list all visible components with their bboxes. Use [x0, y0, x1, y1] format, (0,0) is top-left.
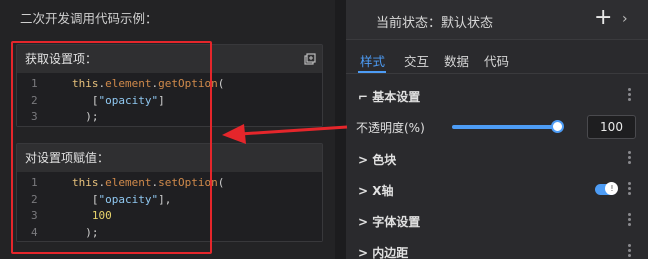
collapse-icon: ⌐	[358, 90, 369, 104]
set-option-heading: 对设置项赋值：	[17, 144, 322, 172]
chevron-right-icon[interactable]: ›	[622, 11, 628, 27]
code-line: 2 ["opacity"]	[17, 93, 322, 110]
tab-bar: 样式 交互 数据 代码	[346, 40, 648, 74]
section-padding[interactable]: > 内边距	[346, 236, 648, 259]
section-base-settings[interactable]: ⌐ 基本设置	[346, 80, 648, 110]
state-label: 当前状态：默认状态	[376, 16, 494, 31]
code-text: );	[72, 110, 99, 123]
code-line: 4 );	[17, 225, 322, 242]
code-text: ["opacity"],	[72, 192, 172, 206]
code-example-panel: 二次开发调用代码示例： 获取设置项： 1 this.element.getOpti…	[0, 0, 335, 259]
more-icon[interactable]	[628, 151, 632, 165]
section-color-block[interactable]: > 色块	[346, 143, 648, 173]
more-icon[interactable]	[628, 244, 632, 258]
expand-icon: >	[358, 246, 369, 259]
code-text: ["opacity"]	[72, 93, 165, 107]
opacity-slider-track[interactable]	[452, 125, 558, 129]
panel-title: 二次开发调用代码示例：	[20, 11, 158, 26]
line-number: 4	[31, 225, 38, 239]
copy-icon[interactable]	[304, 53, 316, 65]
expand-icon: >	[358, 184, 369, 198]
add-state-icon[interactable]: +	[594, 6, 612, 30]
set-option-code: 1 this.element.setOption(2 ["opacity"], 3 …	[17, 172, 322, 241]
code-line: 3 100	[17, 208, 322, 225]
code-line: 2 ["opacity"],	[17, 192, 322, 209]
get-option-code: 1 this.element.getOption(2 ["opacity"] 3 )…	[17, 73, 322, 126]
section-font-settings[interactable]: > 字体设置	[346, 205, 648, 235]
code-text: 100	[72, 209, 112, 222]
set-option-block: 对设置项赋值： 1 this.element.setOption( 2 ["opac…	[16, 143, 323, 242]
line-number: 3	[31, 110, 38, 123]
code-line: 1 this.element.setOption(	[17, 175, 322, 192]
tab-style[interactable]: 样式	[360, 51, 385, 70]
toggle-mark-icon: !	[610, 184, 614, 193]
tab-data[interactable]: 数据	[444, 51, 469, 70]
code-line: 1 this.element.getOption(	[17, 76, 322, 93]
more-icon[interactable]	[628, 213, 632, 227]
line-number: 2	[31, 192, 38, 206]
line-number: 2	[31, 93, 38, 107]
opacity-input[interactable]: 100	[587, 115, 636, 139]
tab-interaction[interactable]: 交互	[404, 51, 429, 70]
tab-code[interactable]: 代码	[484, 51, 509, 70]
more-icon[interactable]	[628, 88, 632, 102]
state-bar: 当前状态：默认状态 + ›	[346, 0, 648, 40]
code-line: 3 );	[17, 109, 322, 126]
code-text: this.element.getOption(	[72, 77, 225, 90]
expand-icon: >	[358, 153, 369, 167]
active-tab-indicator	[358, 71, 386, 73]
line-number: 1	[31, 176, 38, 189]
code-text: );	[72, 225, 99, 239]
opacity-slider-handle[interactable]	[551, 120, 564, 133]
line-number: 1	[31, 77, 38, 90]
expand-icon: >	[358, 215, 369, 229]
line-number: 3	[31, 209, 38, 222]
property-panel: 当前状态：默认状态 + › 样式 交互 数据 代码 ⌐ 基本设置 不透明度(%)…	[346, 0, 648, 259]
code-text: this.element.setOption(	[72, 176, 225, 189]
opacity-label: 不透明度(%)	[356, 121, 425, 135]
section-base-settings-label: ⌐ 基本设置	[358, 90, 421, 104]
get-option-block: 获取设置项： 1 this.element.getOption( 2 ["opaci…	[16, 44, 323, 127]
more-icon[interactable]	[628, 182, 632, 196]
get-option-heading: 获取设置项：	[17, 45, 322, 73]
